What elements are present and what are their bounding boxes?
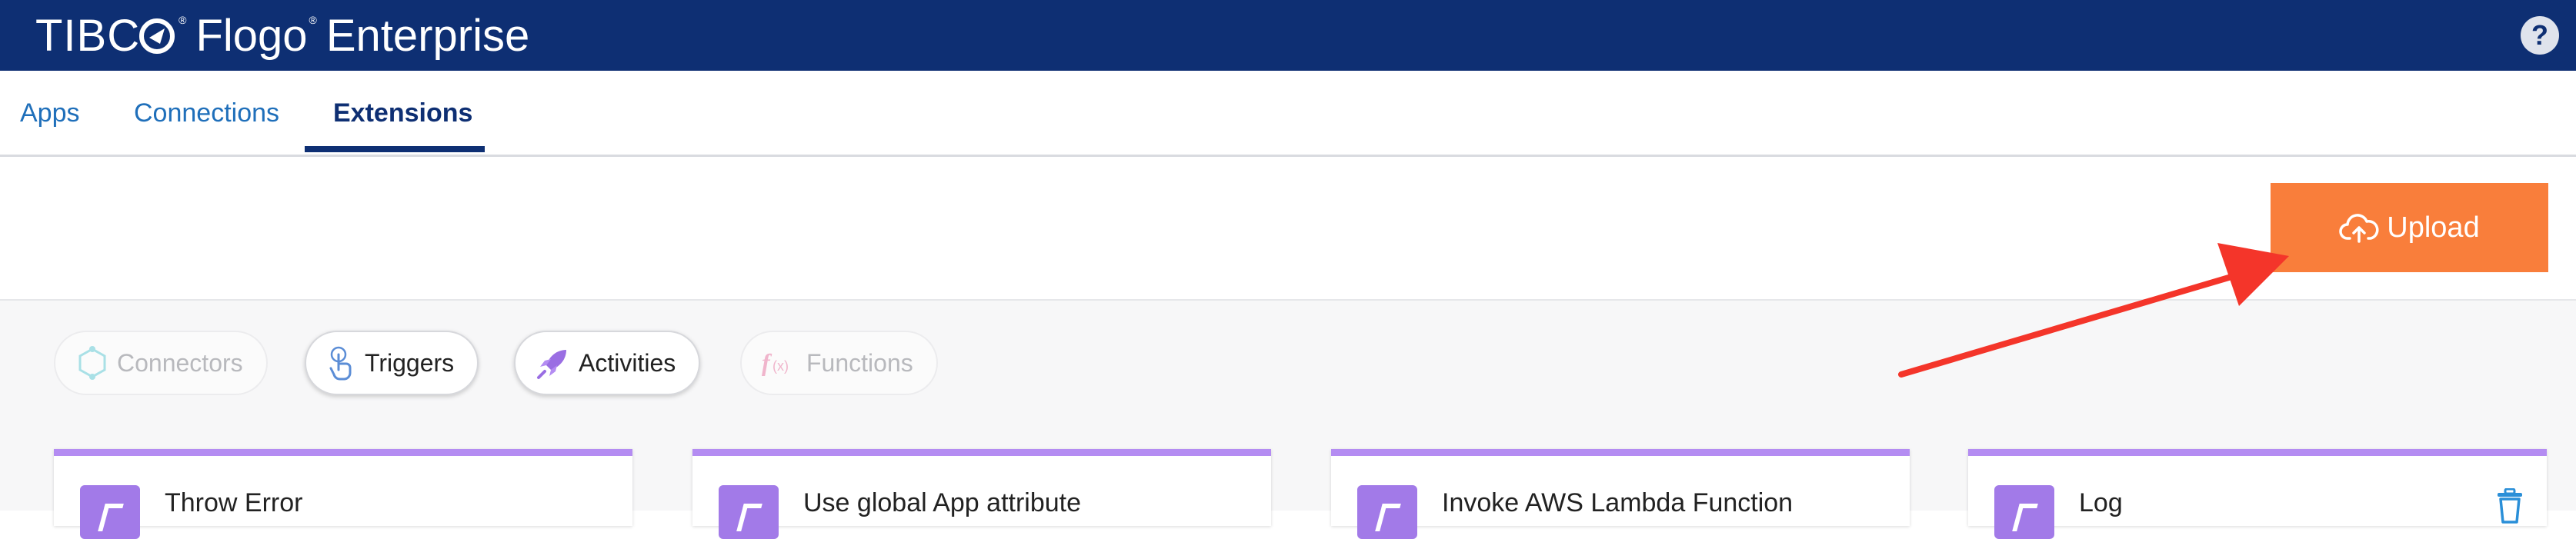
card-title: Use global App attribute bbox=[803, 488, 1082, 517]
extension-card[interactable]: Throw Error bbox=[54, 449, 632, 539]
card-title: Throw Error bbox=[165, 488, 303, 517]
card-title: Log bbox=[2079, 488, 2123, 517]
filter-activities[interactable]: Activities bbox=[514, 331, 701, 395]
product-registered-mark: ® bbox=[309, 14, 317, 26]
brand-product: Flogo bbox=[195, 10, 308, 61]
brand-edition: Enterprise bbox=[325, 10, 530, 61]
filter-triggers-label: Triggers bbox=[365, 348, 455, 377]
help-button[interactable]: ? bbox=[2521, 16, 2559, 55]
cloud-upload-icon bbox=[2339, 214, 2379, 243]
filter-connectors[interactable]: Connectors bbox=[54, 331, 268, 395]
activity-icon bbox=[1357, 485, 1417, 539]
extension-card[interactable]: Log bbox=[1968, 449, 2547, 539]
top-header: TIBC ® Flogo ® Enterprise ? bbox=[0, 0, 2576, 71]
extension-card[interactable]: Use global App attribute bbox=[692, 449, 1271, 539]
pointer-hand-icon bbox=[326, 345, 357, 381]
brand-company: TIBC bbox=[35, 10, 141, 61]
extension-card[interactable]: Invoke AWS Lambda Function bbox=[1331, 449, 1910, 539]
filter-activities-label: Activities bbox=[579, 348, 676, 377]
filter-functions[interactable]: f (x) Functions bbox=[740, 331, 938, 395]
filter-connectors-label: Connectors bbox=[117, 348, 243, 377]
filter-triggers[interactable]: Triggers bbox=[305, 331, 479, 395]
tab-connections[interactable]: Connections bbox=[134, 71, 279, 155]
svg-text:f: f bbox=[762, 348, 772, 376]
brand-logo: TIBC ® Flogo ® Enterprise bbox=[35, 5, 529, 66]
tab-extensions[interactable]: Extensions bbox=[333, 71, 472, 155]
rocket-icon bbox=[536, 345, 571, 381]
svg-text:(x): (x) bbox=[772, 358, 789, 374]
active-tab-indicator bbox=[305, 146, 485, 152]
activity-icon bbox=[80, 485, 140, 539]
tibco-o-logo-icon bbox=[139, 18, 175, 54]
upload-button[interactable]: Upload bbox=[2271, 183, 2548, 272]
registered-mark: ® bbox=[179, 14, 187, 26]
activity-icon bbox=[719, 485, 779, 539]
tab-apps[interactable]: Apps bbox=[20, 71, 80, 155]
activity-icon bbox=[1994, 485, 2054, 539]
connectors-icon bbox=[75, 346, 109, 380]
main-tabs: Apps Connections Extensions bbox=[0, 71, 2576, 157]
upload-label: Upload bbox=[2387, 211, 2480, 244]
card-title: Invoke AWS Lambda Function bbox=[1442, 488, 1794, 517]
filter-functions-label: Functions bbox=[806, 348, 913, 377]
function-icon: f (x) bbox=[762, 348, 799, 378]
trash-icon[interactable] bbox=[2494, 487, 2525, 527]
